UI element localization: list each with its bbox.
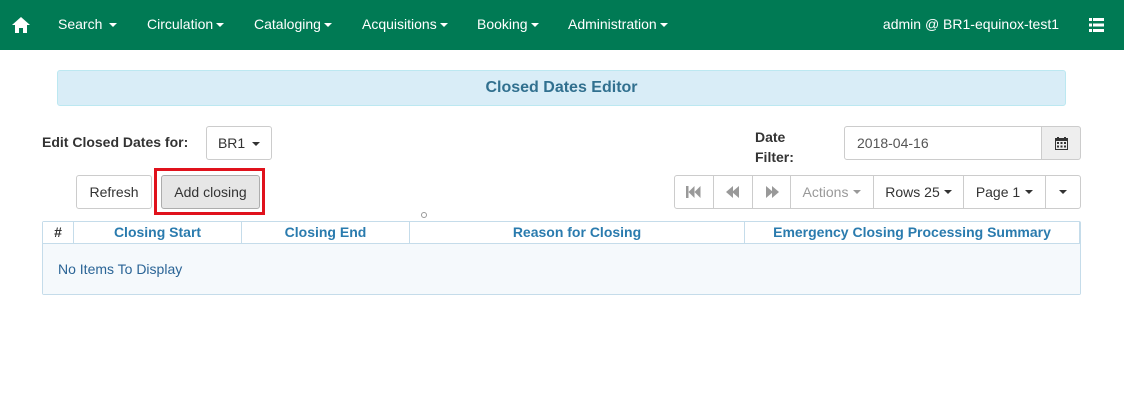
- nav-cataloging[interactable]: Cataloging: [254, 16, 332, 32]
- caret-down-icon: [1059, 190, 1067, 194]
- column-header-closing-end[interactable]: Closing End: [242, 222, 410, 244]
- column-header-emergency-summary[interactable]: Emergency Closing Processing Summary: [745, 222, 1080, 244]
- add-closing-button[interactable]: Add closing: [161, 175, 260, 209]
- date-filter-input[interactable]: 2018-04-16: [844, 126, 1042, 160]
- date-filter-label-line1: Date: [755, 129, 786, 145]
- grid-pager: Actions Rows 25 Page 1: [674, 175, 1081, 209]
- nav-administration[interactable]: Administration: [568, 16, 668, 32]
- rows-label: Rows 25: [885, 184, 940, 200]
- nav-booking[interactable]: Booking: [477, 16, 539, 32]
- nav-administration-label: Administration: [568, 16, 657, 32]
- page-title: Closed Dates Editor: [57, 70, 1066, 106]
- caret-down-icon: [659, 23, 668, 28]
- caret-down-icon: [1025, 190, 1034, 194]
- caret-down-icon: [943, 190, 952, 194]
- closed-dates-grid: # Closing Start Closing End Reason for C…: [42, 221, 1081, 295]
- first-page-button[interactable]: [674, 175, 714, 209]
- nav-search[interactable]: Search: [58, 16, 118, 32]
- org-unit-selector[interactable]: BR1: [206, 126, 272, 160]
- caret-down-icon: [439, 23, 448, 28]
- backward-icon: [726, 186, 739, 198]
- top-navbar: Search Circulation Cataloging Acquisitio…: [0, 0, 1124, 50]
- page-dropdown[interactable]: Page 1: [963, 175, 1046, 209]
- column-header-reason[interactable]: Reason for Closing: [410, 222, 745, 244]
- rows-dropdown[interactable]: Rows 25: [873, 175, 964, 209]
- caret-down-icon: [853, 190, 862, 194]
- grid-body: No Items To Display: [43, 244, 1080, 294]
- edit-closed-dates-label: Edit Closed Dates for:: [42, 134, 189, 150]
- nav-circulation[interactable]: Circulation: [147, 16, 225, 32]
- page-label: Page 1: [975, 184, 1021, 200]
- first-page-icon: [686, 186, 701, 198]
- caret-down-icon: [530, 23, 539, 28]
- next-page-button[interactable]: [752, 175, 791, 209]
- home-icon[interactable]: [10, 15, 32, 35]
- nav-acquisitions-label: Acquisitions: [362, 16, 437, 32]
- actions-dropdown[interactable]: Actions: [790, 175, 874, 209]
- column-header-index[interactable]: #: [43, 222, 74, 244]
- column-options-dropdown[interactable]: [1045, 175, 1081, 209]
- forward-icon: [765, 186, 779, 198]
- grid-header: # Closing Start Closing End Reason for C…: [43, 222, 1080, 244]
- nav-booking-label: Booking: [477, 16, 528, 32]
- column-header-closing-start[interactable]: Closing Start: [74, 222, 242, 244]
- resize-handle: [421, 212, 427, 218]
- date-filter-label-line2: Filter:: [755, 149, 794, 165]
- nav-circulation-label: Circulation: [147, 16, 214, 32]
- nav-cataloging-label: Cataloging: [254, 16, 321, 32]
- nav-user[interactable]: admin @ BR1-equinox-test1: [883, 16, 1059, 32]
- calendar-button[interactable]: [1041, 126, 1081, 160]
- date-filter-label: Date Filter:: [755, 127, 805, 167]
- nav-search-label: Search: [58, 16, 103, 32]
- nav-acquisitions[interactable]: Acquisitions: [362, 16, 448, 32]
- actions-label: Actions: [802, 184, 849, 200]
- refresh-button[interactable]: Refresh: [76, 175, 152, 209]
- calendar-icon: [1055, 137, 1068, 150]
- prev-page-button[interactable]: [713, 175, 753, 209]
- org-unit-value: BR1: [217, 135, 246, 151]
- list-icon[interactable]: [1089, 18, 1104, 32]
- caret-down-icon: [216, 23, 225, 28]
- caret-down-icon: [252, 142, 261, 147]
- caret-down-icon: [109, 23, 118, 28]
- caret-down-icon: [323, 23, 332, 28]
- empty-grid-message: No Items To Display: [58, 261, 183, 277]
